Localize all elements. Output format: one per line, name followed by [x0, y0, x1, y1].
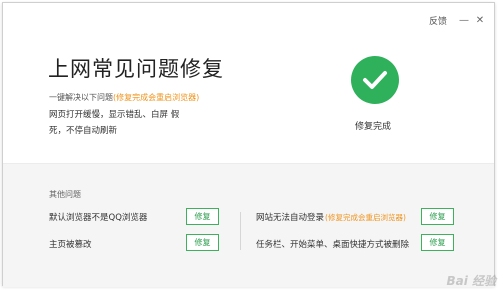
fix-shortcuts-button[interactable]: 修复 — [421, 234, 454, 251]
feedback-link[interactable]: 反馈 — [429, 14, 447, 27]
issue-label: 默认浏览器不是QQ浏览器 — [49, 213, 148, 223]
repair-window: 反馈 — ✕ 上网常见问题修复 一键解决以下问题(修复完成会重启浏览器) 网页打… — [2, 2, 495, 287]
fix-default-browser-button[interactable]: 修复 — [186, 208, 219, 225]
subtitle: 一键解决以下问题(修复完成会重启浏览器) — [49, 92, 199, 103]
subtitle-text: 一键解决以下问题 — [49, 93, 113, 102]
other-problems-title: 其他问题 — [49, 190, 81, 199]
fix-auto-login-button[interactable]: 修复 — [421, 208, 454, 225]
titlebar: 反馈 — ✕ — [429, 12, 488, 28]
problems-text: 网页打开缓慢，显示错乱、白屏 假死，不停自动刷新 — [49, 110, 180, 136]
main-panel: 反馈 — ✕ 上网常见问题修复 一键解决以下问题(修复完成会重启浏览器) 网页打… — [3, 3, 494, 163]
issue-default-browser: 默认浏览器不是QQ浏览器 — [49, 211, 147, 223]
subtitle-hint: (修复完成会重启浏览器) — [113, 93, 200, 102]
status-label: 修复完成 — [355, 122, 392, 132]
other-problems-panel: 其他问题 默认浏览器不是QQ浏览器 修复 主页被篡改 修复 网站无法自动登录 (修… — [3, 163, 494, 287]
checkmark-glyph — [363, 71, 387, 89]
issue-label: 网站无法自动登录 — [256, 213, 325, 223]
close-button[interactable]: ✕ — [472, 12, 488, 28]
issue-homepage-hijacked: 主页被篡改 — [49, 238, 92, 250]
issue-shortcuts-deleted: 任务栏、开始菜单、桌面快捷方式被删除 — [256, 238, 409, 250]
watermark: Bai 经验 — [446, 274, 496, 288]
fix-homepage-button[interactable]: 修复 — [186, 234, 219, 251]
issue-auto-login: 网站无法自动登录 (修复完成会重启浏览器) — [256, 211, 406, 224]
checkmark-icon — [351, 56, 399, 104]
minimize-button[interactable]: — — [456, 12, 472, 28]
column-divider — [240, 212, 241, 250]
issue-label: 主页被篡改 — [49, 240, 92, 250]
issue-label: 任务栏、开始菜单、桌面快捷方式被删除 — [256, 240, 410, 250]
page-title: 上网常见问题修复 — [48, 57, 224, 81]
issue-hint: (修复完成会重启浏览器) — [325, 212, 406, 222]
